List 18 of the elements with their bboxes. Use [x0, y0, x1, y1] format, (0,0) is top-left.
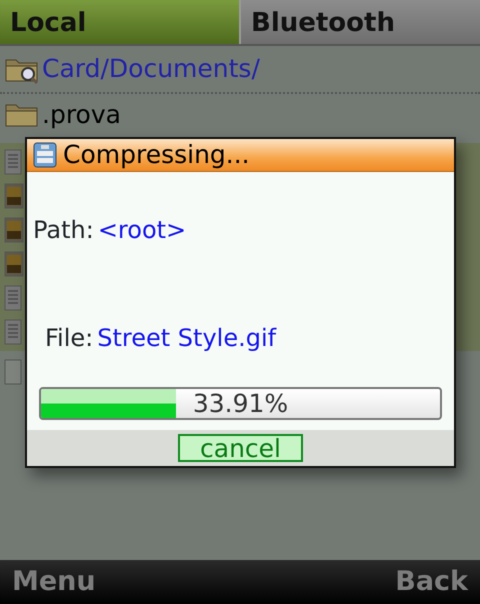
document-icon [4, 285, 22, 311]
back-softkey[interactable]: Back [395, 562, 468, 602]
menu-softkey[interactable]: Menu [12, 562, 96, 602]
path-value: <root> [98, 215, 186, 246]
folder-name[interactable]: .prova [42, 96, 121, 133]
file-label: File: [45, 323, 94, 354]
tab[interactable]: Local [0, 0, 239, 44]
cancel-button[interactable]: cancel [178, 434, 303, 462]
document-icon [4, 319, 22, 345]
tab[interactable]: Bluetooth [239, 0, 480, 44]
blank-file-icon [4, 359, 22, 385]
document-icon [4, 149, 22, 175]
progress-reading: 33.91% [192, 389, 290, 418]
path-text: Card/Documents/ [42, 53, 260, 85]
file-value: Street Style.gif [97, 323, 276, 354]
dialog-title: Compressing... [63, 139, 250, 172]
compress-icon [31, 141, 59, 169]
path-label: Path: [33, 215, 94, 246]
